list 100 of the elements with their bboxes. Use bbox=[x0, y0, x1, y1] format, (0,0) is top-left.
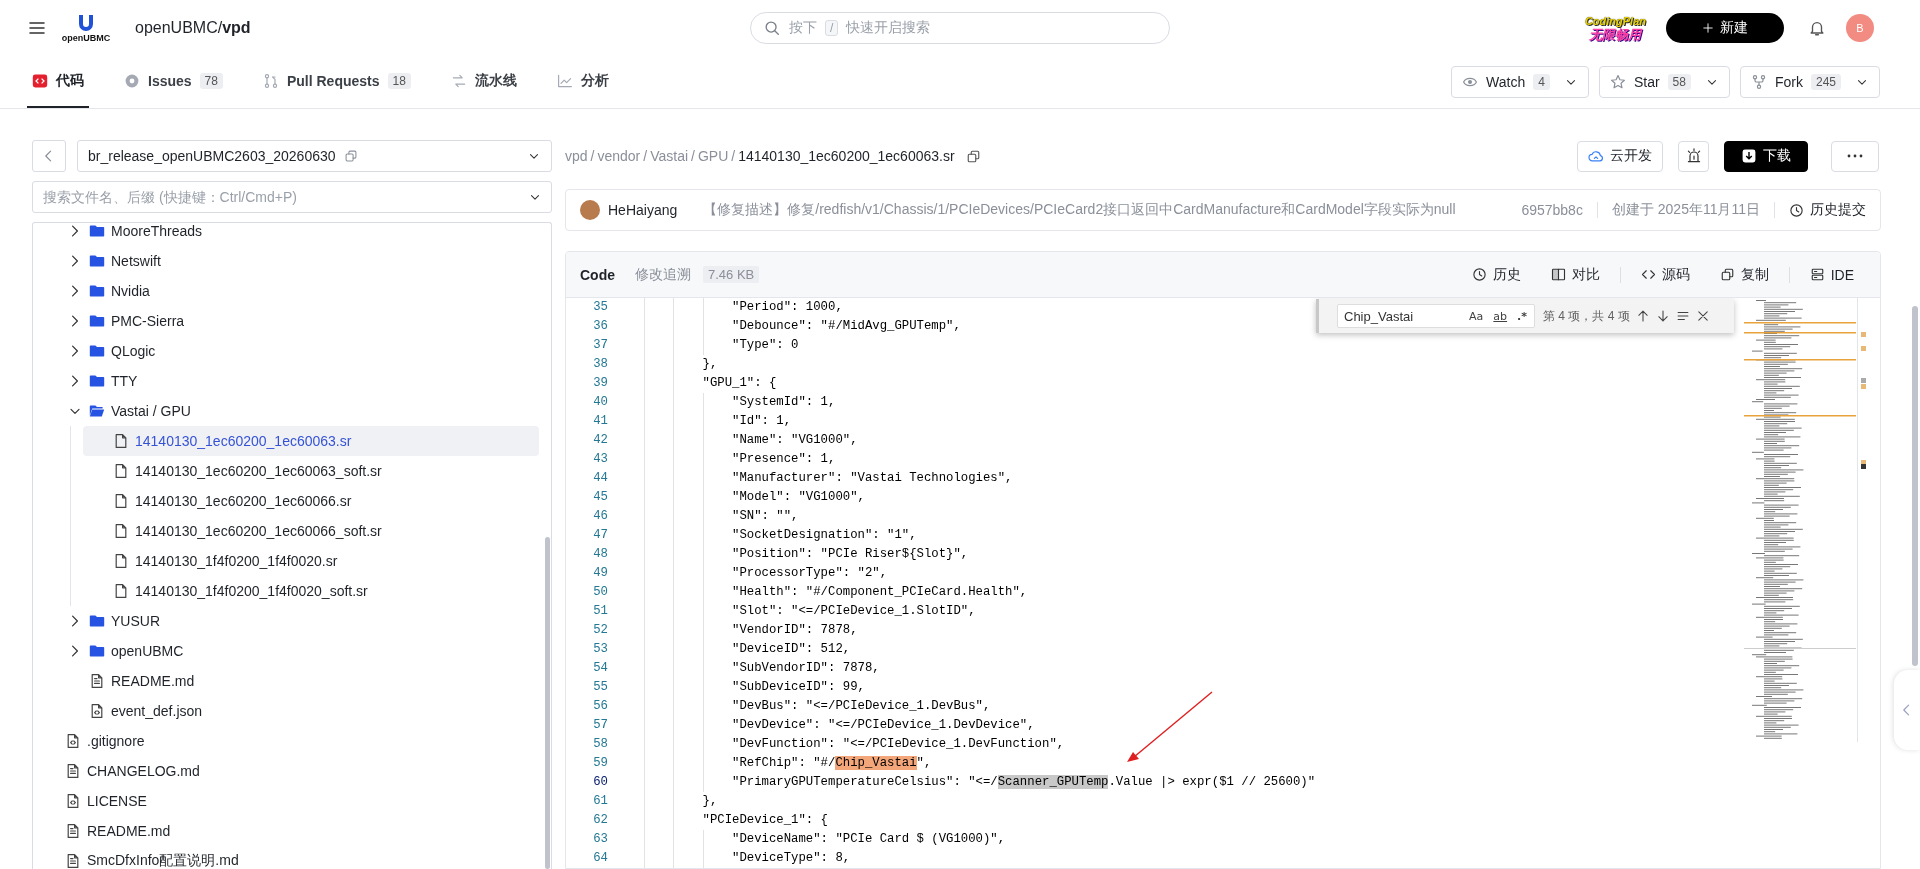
arrow-down-icon[interactable] bbox=[1655, 309, 1670, 323]
alarm-button[interactable] bbox=[1678, 140, 1709, 172]
alarm-icon bbox=[1685, 148, 1702, 164]
line-number: 60 bbox=[592, 774, 609, 791]
author-link[interactable]: HeHaiyang bbox=[608, 202, 678, 218]
file-item[interactable]: 14140130_1f4f0200_1f4f0020_soft.sr bbox=[83, 576, 539, 606]
repo-tab[interactable]: Issues 78 bbox=[119, 55, 228, 108]
branch-select[interactable]: br_release_openUBMC2603_20260630 bbox=[77, 140, 552, 172]
regex-toggle[interactable]: .* bbox=[1513, 307, 1531, 325]
compare-button[interactable]: 对比 bbox=[1540, 265, 1610, 284]
watch-button[interactable]: Watch 4 bbox=[1451, 65, 1589, 98]
whole-word-toggle[interactable]: ab bbox=[1489, 307, 1512, 325]
folder-item[interactable]: TTY bbox=[59, 366, 539, 396]
fork-button[interactable]: Fork 245 bbox=[1739, 65, 1880, 98]
line-number: 45 bbox=[592, 489, 609, 506]
file-item[interactable]: SmcDfxInfo配置说明.md bbox=[35, 846, 539, 869]
ide-icon bbox=[1809, 267, 1825, 282]
repo-tab[interactable]: 流水线 bbox=[445, 55, 522, 108]
clock-icon bbox=[1789, 202, 1804, 218]
match-case-toggle[interactable]: Aa bbox=[1465, 307, 1488, 325]
file-item[interactable]: 14140130_1ec60200_1ec60063.sr bbox=[83, 426, 539, 456]
breadcrumb-link[interactable]: 14140130_1ec60200_1ec60063.sr bbox=[738, 148, 955, 164]
file-item[interactable]: README.md bbox=[59, 666, 539, 696]
file-icon bbox=[113, 433, 129, 449]
line-number: 43 bbox=[592, 451, 609, 468]
file-item[interactable]: README.md bbox=[35, 816, 539, 846]
file-item[interactable]: 14140130_1ec60200_1ec60063_soft.sr bbox=[83, 456, 539, 486]
cloud-button[interactable]: 云开发 bbox=[1577, 140, 1663, 172]
breadcrumb-separator: / bbox=[691, 148, 695, 164]
file-item[interactable]: 14140130_1f4f0200_1f4f0020.sr bbox=[83, 546, 539, 576]
download-button[interactable]: 下载 bbox=[1724, 140, 1808, 172]
arrow-up-icon[interactable] bbox=[1635, 309, 1650, 323]
line-number: 52 bbox=[592, 622, 609, 639]
file-icon bbox=[113, 583, 129, 599]
clock-icon bbox=[1471, 267, 1487, 282]
code-line: "Presence": 1, bbox=[614, 450, 836, 469]
line-number: 64 bbox=[592, 850, 609, 867]
breadcrumb-separator: / bbox=[590, 148, 595, 164]
file-item[interactable]: 14140130_1ec60200_1ec60066_soft.sr bbox=[83, 516, 539, 546]
code-line: "Id": 1, bbox=[614, 412, 792, 431]
file-item[interactable]: 14140130_1ec60200_1ec60066.sr bbox=[83, 486, 539, 516]
code-line: "Slot": "<=/PCIeDevice_1.SlotID", bbox=[614, 602, 976, 621]
line-number: 47 bbox=[592, 527, 609, 544]
line-number: 39 bbox=[592, 375, 609, 392]
copy-icon[interactable] bbox=[965, 148, 981, 164]
scrollbar[interactable] bbox=[1912, 306, 1918, 666]
line-number: 41 bbox=[592, 413, 609, 430]
lines-icon[interactable] bbox=[1675, 309, 1690, 323]
ide-button[interactable]: IDE bbox=[1799, 266, 1864, 283]
copy-icon[interactable] bbox=[343, 149, 358, 163]
count-badge: 18 bbox=[387, 72, 411, 89]
file-icon bbox=[113, 553, 129, 569]
line-number: 59 bbox=[592, 755, 609, 772]
star-button[interactable]: Star 58 bbox=[1598, 65, 1730, 98]
file-item[interactable]: .gitignore bbox=[35, 726, 539, 756]
code-line: "Health": "#/Component_PCIeCard.Health", bbox=[614, 583, 1028, 602]
source-button[interactable]: 源码 bbox=[1630, 265, 1700, 284]
repo-tab[interactable]: 分析 bbox=[551, 55, 614, 108]
folder-item[interactable]: PMC-Sierra bbox=[59, 306, 539, 336]
history-link[interactable]: 历史提交 bbox=[1789, 201, 1866, 219]
history-button[interactable]: 历史 bbox=[1461, 265, 1531, 284]
line-number: 44 bbox=[592, 470, 609, 487]
code-line: "Manufacturer": "Vastai Technologies", bbox=[614, 469, 1013, 488]
code-line: "Period": 1000, bbox=[614, 298, 843, 317]
folder-icon bbox=[89, 403, 105, 419]
folder-item[interactable]: Netswift bbox=[59, 246, 539, 276]
folder-item[interactable]: openUBMC bbox=[59, 636, 539, 666]
repo-tab[interactable]: Pull Requests 18 bbox=[257, 55, 416, 108]
folder-icon bbox=[89, 643, 105, 659]
folder-icon bbox=[89, 253, 105, 269]
new-button[interactable]: 新建 bbox=[1666, 12, 1784, 43]
code-line: "DevDevice": "<=/PCIeDevice_1.DevDevice", bbox=[614, 716, 1035, 735]
folder-icon bbox=[89, 223, 105, 239]
repo-tab[interactable]: 代码 bbox=[27, 55, 89, 108]
code-line: "SocketDesignation": "1", bbox=[614, 526, 917, 545]
copy-icon bbox=[1719, 267, 1735, 282]
side-panel-toggle[interactable] bbox=[1894, 670, 1920, 750]
file-icon bbox=[113, 493, 129, 509]
arrows-icon bbox=[450, 72, 467, 89]
code-line: "Type": 0 bbox=[614, 336, 799, 355]
view-tab[interactable]: Code bbox=[580, 266, 615, 283]
star-icon bbox=[1609, 73, 1626, 90]
folder-item[interactable]: MooreThreads bbox=[59, 223, 539, 246]
folder-item[interactable]: Nvidia bbox=[59, 276, 539, 306]
file-search-field[interactable]: 搜索文件名、后缀 (快捷键：Ctrl/Cmd+P) bbox=[32, 181, 552, 213]
folder-item[interactable]: YUSUR bbox=[59, 606, 539, 636]
scrollbar[interactable] bbox=[545, 537, 550, 869]
repo-name-link[interactable]: openUBMC/vpd bbox=[135, 18, 251, 37]
folder-item[interactable]: QLogic bbox=[59, 336, 539, 366]
logo-text: openUBMC bbox=[61, 32, 111, 43]
close-icon[interactable] bbox=[1695, 309, 1710, 323]
file-item[interactable]: event_def.json bbox=[59, 696, 539, 726]
copy-button[interactable]: 复制 bbox=[1709, 265, 1779, 284]
circle-dot-icon bbox=[124, 72, 140, 89]
folder-item[interactable]: Vastai / GPU bbox=[59, 396, 539, 426]
file-item[interactable]: CHANGELOG.md bbox=[35, 756, 539, 786]
line-number: 62 bbox=[592, 812, 609, 829]
file-item[interactable]: LICENSE bbox=[35, 786, 539, 816]
document-icon bbox=[65, 823, 81, 839]
code-icon bbox=[1640, 267, 1656, 282]
